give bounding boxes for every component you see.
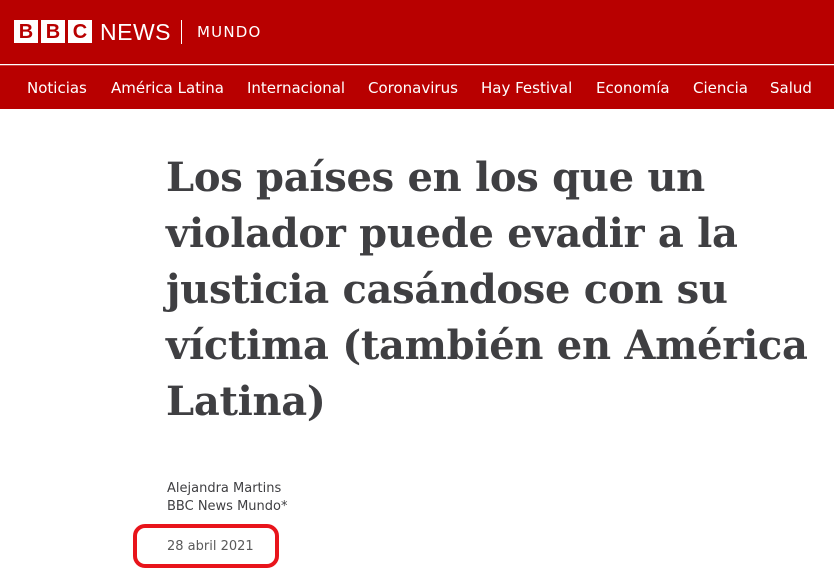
nav-item-ciencia[interactable]: Ciencia [693,78,748,98]
nav-item-coronavirus[interactable]: Coronavirus [368,78,458,98]
nav-item-internacional[interactable]: Internacional [247,78,345,98]
brand-divider [181,20,182,44]
bbc-logo-block-b1: B [14,20,38,43]
bbc-logo[interactable]: B B C [14,20,92,43]
nav-item-economia[interactable]: Economía [596,78,670,98]
byline: Alejandra Martins BBC News Mundo* [167,480,287,516]
byline-author: Alejandra Martins [167,481,282,496]
brand-section-label[interactable]: MUNDO [197,23,262,41]
bbc-logo-block-b2: B [41,20,65,43]
bbc-logo-block-c: C [68,20,92,43]
article-headline: Los países en los que un violador puede … [166,154,808,425]
nav-item-america-latina[interactable]: América Latina [111,78,224,98]
nav-item-noticias[interactable]: Noticias [27,78,87,98]
masthead: B B C NEWS MUNDO [0,0,834,64]
nav-item-hay-festival[interactable]: Hay Festival [481,78,572,98]
primary-navigation: Noticias América Latina Internacional Co… [0,65,834,109]
nav-item-salud[interactable]: Salud [770,78,812,98]
byline-outlet: BBC News Mundo* [167,499,288,514]
date-highlight-annotation [133,524,279,568]
brand-news-label[interactable]: NEWS [100,19,171,45]
